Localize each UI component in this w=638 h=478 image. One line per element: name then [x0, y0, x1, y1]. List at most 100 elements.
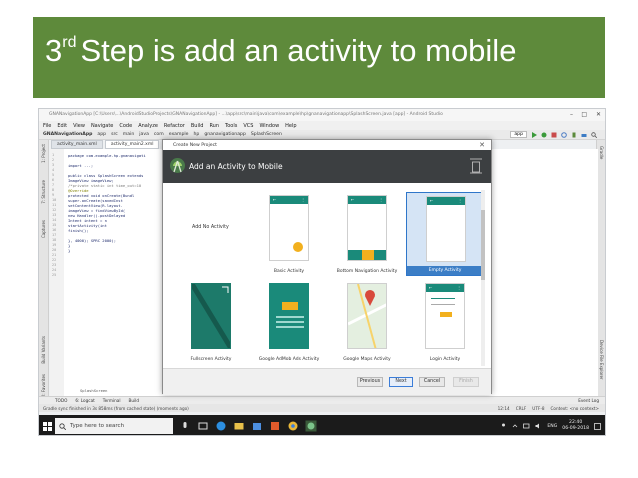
cancel-button[interactable]: Cancel	[419, 377, 445, 387]
tool-tab-build-variants[interactable]: Build Variants	[41, 336, 46, 364]
tab-activity-main[interactable]: activity_main.xml	[51, 140, 103, 149]
crumb-class[interactable]: SplashScreen	[251, 132, 282, 137]
menu-edit[interactable]: Edit	[57, 123, 67, 129]
crumb-package[interactable]: gnanavigationapp	[204, 132, 246, 137]
edge-icon[interactable]	[215, 420, 227, 432]
menu-window[interactable]: Window	[259, 123, 279, 129]
title-superscript: rd	[62, 34, 77, 51]
menu-refactor[interactable]: Refactor	[164, 123, 185, 129]
context-indicator[interactable]: Context: <no context>	[551, 406, 600, 411]
avd-manager-icon[interactable]	[571, 132, 577, 138]
menu-navigate[interactable]: Navigate	[91, 123, 113, 129]
crumb-main[interactable]: main	[123, 132, 134, 137]
activity-card-no-activity[interactable]: Add No Activity	[172, 192, 250, 276]
volume-icon[interactable]	[535, 423, 542, 429]
menu-analyze[interactable]: Analyze	[138, 123, 158, 129]
chevron-up-icon[interactable]	[512, 423, 518, 429]
menu-help[interactable]: Help	[285, 123, 296, 129]
tool-tab-event-log[interactable]: Event Log	[578, 398, 599, 403]
scrollbar-thumb[interactable]	[481, 210, 485, 280]
crumb-project[interactable]: GNANavigationApp	[43, 132, 92, 137]
menu-code[interactable]: Code	[119, 123, 132, 129]
ad-line	[276, 316, 304, 318]
crumb-java[interactable]: java	[139, 132, 149, 137]
stop-icon[interactable]	[551, 132, 557, 138]
run-config-select[interactable]: app	[510, 131, 527, 138]
menu-vcs[interactable]: VCS	[243, 123, 253, 129]
tool-tab-logcat[interactable]: 6: Logcat	[75, 398, 94, 403]
activity-card-fullscreen[interactable]: Fullscreen Activity	[172, 280, 250, 364]
android-studio-taskbar-icon[interactable]	[305, 420, 317, 432]
activity-card-basic[interactable]: ← ⋮ Basic Activity	[250, 192, 328, 276]
crumb-app[interactable]: app	[97, 132, 106, 137]
activity-card-bottom-navigation[interactable]: ← ⋮ Bottom Navigation Activity	[328, 192, 406, 276]
people-icon[interactable]	[500, 423, 507, 429]
close-window-icon[interactable]: ✕	[596, 111, 601, 118]
minimize-icon[interactable]: –	[570, 111, 573, 118]
tool-tab-project[interactable]: 1: Project	[41, 144, 46, 163]
language-indicator[interactable]: ENG	[547, 424, 557, 429]
dialog-footer: Previous Next Cancel Finish	[163, 368, 491, 395]
dialog-heading: Add an Activity to Mobile	[189, 162, 283, 171]
activity-card-admob[interactable]: Google AdMob Ads Activity	[250, 280, 328, 364]
menu-file[interactable]: File	[43, 123, 51, 129]
gallery-scrollbar[interactable]	[481, 190, 485, 366]
preview-toolbar: ← ⋮	[427, 197, 465, 205]
crumb-src[interactable]: src	[111, 132, 118, 137]
search-everywhere-icon[interactable]	[591, 131, 597, 138]
activity-card-login[interactable]: ← ⋮ Login Activity	[406, 280, 484, 364]
activity-card-empty[interactable]: ← ⋮ Empty Activity	[406, 192, 484, 276]
menu-build[interactable]: Build	[191, 123, 204, 129]
line-separator[interactable]: CRLF	[516, 406, 527, 411]
tool-tab-favorites[interactable]: 2: Favorites	[41, 374, 46, 397]
menu-run[interactable]: Run	[209, 123, 219, 129]
file-breadcrumb[interactable]: SplashScreen	[80, 388, 107, 393]
taskbar-clock[interactable]: 22:40 06-09-2018	[562, 420, 589, 432]
tool-tab-device-explorer[interactable]: Device File Explorer	[599, 340, 604, 380]
code-line: finish();	[68, 228, 89, 233]
run-icon[interactable]	[531, 131, 537, 138]
file-explorer-icon[interactable]	[233, 420, 245, 432]
task-view-icon[interactable]	[197, 420, 209, 432]
microphone-icon[interactable]	[179, 420, 191, 432]
activity-preview: ← ⋮	[425, 283, 465, 349]
dialog-close-icon[interactable]: ✕	[479, 141, 485, 149]
start-button[interactable]	[39, 415, 55, 435]
activity-card-maps[interactable]: Google Maps Activity	[328, 280, 406, 364]
tool-tab-captures[interactable]: Captures	[41, 220, 46, 238]
battery-icon[interactable]	[523, 423, 530, 429]
tool-tab-build[interactable]: Build	[128, 398, 139, 403]
maximize-icon[interactable]: □	[581, 111, 587, 118]
line-number: 16	[52, 228, 57, 232]
crumb-example[interactable]: example	[169, 132, 189, 137]
sdk-manager-icon[interactable]	[581, 132, 587, 138]
file-encoding[interactable]: UTF-8	[532, 406, 544, 411]
taskbar-search[interactable]: Type here to search	[55, 418, 173, 434]
clock-date: 06-09-2018	[562, 426, 589, 431]
cursor-position[interactable]: 12:14	[498, 406, 510, 411]
debug-icon[interactable]	[541, 132, 547, 138]
tab-activity-main2[interactable]: activity_main2.xml	[104, 140, 160, 149]
activity-preview: ← ⋮	[269, 195, 309, 261]
tool-tab-todo[interactable]: TODO	[55, 398, 67, 403]
line-number: 15	[52, 223, 57, 227]
crumb-com[interactable]: com	[154, 132, 164, 137]
notification-icon[interactable]	[594, 422, 601, 430]
store-icon[interactable]	[251, 420, 263, 432]
menu-view[interactable]: View	[73, 123, 85, 129]
tool-tab-structure[interactable]: 7: Structure	[41, 180, 46, 204]
line-number: 4	[52, 168, 55, 172]
next-button[interactable]: Next	[389, 377, 413, 387]
system-tray: ENG 22:40 06-09-2018	[500, 415, 601, 435]
tool-tab-gradle[interactable]: Gradle	[599, 146, 604, 159]
sync-icon[interactable]	[561, 131, 567, 138]
line-number: 14	[52, 218, 57, 222]
chrome-icon[interactable]	[287, 420, 299, 432]
crumb-hp[interactable]: hp	[193, 132, 199, 137]
finish-button[interactable]: Finish	[453, 377, 479, 387]
menu-tools[interactable]: Tools	[225, 123, 237, 129]
office-icon[interactable]	[269, 420, 281, 432]
tool-tab-terminal[interactable]: Terminal	[103, 398, 121, 403]
bottom-tool-tabs: TODO 6: Logcat Terminal Build Event Log	[39, 396, 605, 404]
previous-button[interactable]: Previous	[357, 377, 383, 387]
